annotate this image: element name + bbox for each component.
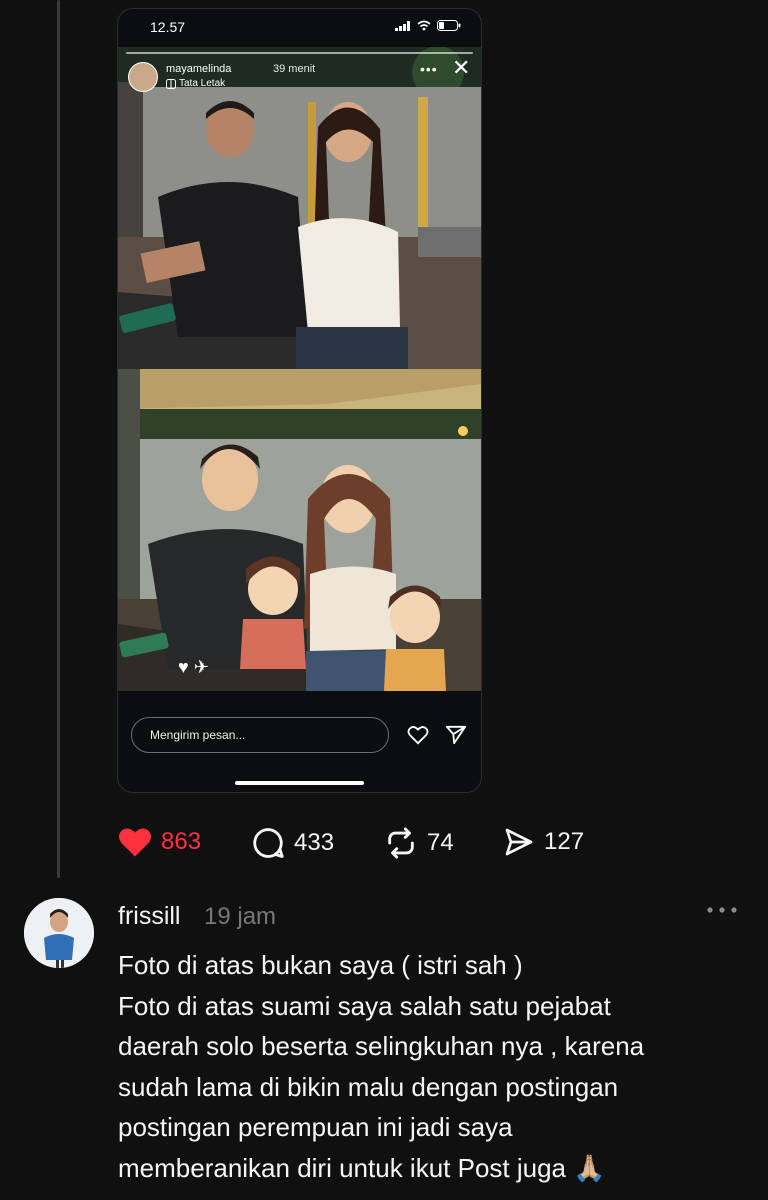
avatar-photo [24,898,94,968]
story-username[interactable]: mayamelinda [166,63,231,75]
message-input[interactable]: Mengirim pesan... [131,717,389,753]
story-progress-bar [126,52,473,54]
couple-photo [118,47,481,369]
layout-label: Tata Letak [179,78,226,89]
battery-icon [437,20,461,31]
status-icons [395,20,461,31]
reply-line: Foto di atas bukan saya ( istri sah ) [118,950,523,980]
story-time: 39 menit [273,63,316,75]
story-heart-icon[interactable] [407,725,429,745]
heart-filled-icon [119,828,151,857]
send-icon [505,828,533,856]
thread-line [57,0,60,878]
like-count: 863 [161,828,202,855]
animated-family-illustration [118,369,481,691]
share-button[interactable]: 127 [502,826,584,858]
post-actions: 863 433 74 127 [117,826,617,862]
wifi-icon [417,20,431,31]
story-send-icon[interactable] [445,725,467,745]
repost-button[interactable]: 74 [383,826,454,860]
repost-icon [388,827,414,859]
reply-line: daerah solo beserta selingkuhan nya , ka… [118,1031,645,1061]
story-more-icon[interactable]: ••• [420,61,438,77]
reply-line: Foto di atas suami saya salah satu pejab… [118,990,611,1021]
status-time: 12.57 [150,19,186,35]
more-options-icon[interactable] [706,906,738,914]
reply-username[interactable]: frissill [118,902,181,931]
signal-icon [395,20,410,31]
layout-badge: Tata Letak [166,78,225,89]
like-button[interactable]: 863 [117,826,201,858]
comment-button[interactable]: 433 [250,826,334,860]
share-count: 127 [544,828,585,855]
heart-dove-sticker: ♥ ✈ [178,657,209,677]
home-indicator [235,781,364,785]
layout-icon [166,78,176,89]
reply-line: sudah lama di bikin malu dengan postinga… [118,1071,619,1102]
reply-line: memberanikan diri untuk ikut Post juga 🙏… [118,1152,606,1183]
comment-icon [253,828,284,858]
reply-time: 19 jam [204,903,277,930]
close-icon[interactable]: ✕ [452,57,470,79]
reply-line: postingan perempuan ini jadi saya [118,1112,513,1142]
reply-avatar[interactable] [24,898,94,968]
comment-count: 433 [294,829,335,856]
repost-count: 74 [427,829,454,856]
story-screenshot[interactable]: 12.57 mayamelinda 39 menit Tata Letak ••… [117,8,482,793]
story-avatar[interactable] [128,62,158,92]
reply-text: Foto di atas bukan saya ( istri sah ) Fo… [118,945,758,1188]
story-content[interactable]: mayamelinda 39 menit Tata Letak ••• ✕ ♥ … [118,47,481,691]
